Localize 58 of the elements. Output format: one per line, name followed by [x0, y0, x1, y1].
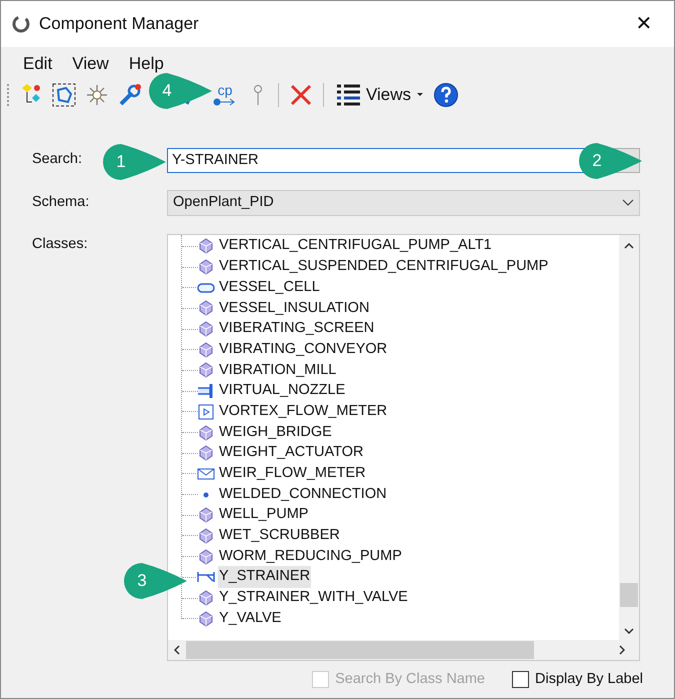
schema-label: Schema: — [32, 194, 90, 210]
checkbox-label: Search By Class Name — [335, 670, 485, 689]
callout-tooltip: 1 — [103, 144, 167, 180]
strainer-icon — [197, 570, 215, 584]
chevron-down-icon — [622, 199, 634, 207]
close-button[interactable]: ✕ — [624, 4, 664, 44]
wrench-icon[interactable] — [117, 82, 143, 108]
checkbox-label: Display By Label — [535, 670, 643, 689]
menu-item[interactable]: Edit — [13, 51, 62, 77]
tree-item[interactable]: VERTICAL_SUSPENDED_CENTRIFUGAL_PUMP — [218, 256, 550, 278]
help-icon[interactable] — [433, 82, 460, 108]
tree-item[interactable]: VIBRATION_MILL — [218, 360, 338, 382]
schema-dropdown[interactable]: OpenPlant_PID — [167, 190, 640, 216]
checkbox[interactable] — [512, 671, 529, 688]
tree-item[interactable]: WEIR_FLOW_METER — [218, 463, 367, 485]
menu-item[interactable]: View — [62, 51, 119, 77]
app-logo-icon — [11, 14, 31, 34]
vertical-scrollbar[interactable] — [619, 235, 639, 640]
chevron-left-icon[interactable] — [174, 645, 180, 655]
tree-item[interactable]: VESSEL_CELL — [218, 276, 321, 299]
tree-item[interactable]: WELL_PUMP — [218, 504, 310, 526]
tree-item[interactable]: VIBERATING_SCREEN — [218, 318, 376, 340]
tree-item[interactable]: WORM_REDUCING_PUMP — [218, 546, 403, 568]
views-button[interactable]: Views — [333, 81, 426, 109]
tree-item[interactable]: VORTEX_FLOW_METER — [218, 400, 388, 423]
tree-item[interactable]: VIRTUAL_NOZZLE — [218, 380, 346, 402]
callout-tooltip: 2 — [579, 143, 643, 179]
chevron-right-icon[interactable] — [619, 645, 625, 655]
list-icon — [335, 83, 361, 107]
delete-icon[interactable] — [288, 82, 314, 108]
horizontal-scrollbar[interactable] — [168, 640, 639, 660]
sparkle-icon[interactable] — [84, 82, 110, 108]
tree-item[interactable]: Y_STRAINER — [218, 566, 312, 588]
tree-item[interactable]: VIBRATING_CONVEYOR — [218, 338, 388, 361]
classes-label: Classes: — [32, 236, 88, 252]
chevron-up-icon[interactable] — [624, 243, 634, 249]
scrollbar-thumb[interactable] — [186, 641, 534, 659]
chevron-down-icon[interactable] — [624, 628, 634, 634]
tree-item[interactable]: VERTICAL_CENTRIFUGAL_PUMP_ALT1 — [218, 235, 493, 258]
window-title: Component Manager — [39, 13, 199, 36]
tree-item[interactable]: WET_SCRUBBER — [218, 525, 341, 547]
search-label: Search: — [32, 151, 82, 168]
callout-tooltip: 3 — [124, 563, 188, 599]
dot-icon — [203, 492, 209, 498]
caret-icon — [416, 92, 424, 98]
tree-item[interactable]: Y_VALVE — [218, 608, 282, 630]
nozzle-icon — [197, 383, 215, 400]
tree-item[interactable]: VESSEL_INSULATION — [218, 298, 370, 320]
tree-item[interactable]: WEIGHT_ACTUATOR — [218, 442, 364, 464]
selection-icon[interactable] — [51, 82, 77, 108]
weir-icon — [197, 466, 215, 481]
vessel-icon — [197, 282, 215, 294]
scrollbar-thumb[interactable] — [620, 583, 638, 607]
flow-meter-icon — [198, 404, 214, 420]
tree-item[interactable]: WEIGH_BRIDGE — [218, 422, 333, 444]
tree-item[interactable]: Y_STRAINER_WITH_VALVE — [218, 587, 409, 609]
tree-item[interactable]: WELDED_CONNECTION — [218, 484, 388, 506]
callout-tooltip: 4 — [149, 73, 213, 109]
